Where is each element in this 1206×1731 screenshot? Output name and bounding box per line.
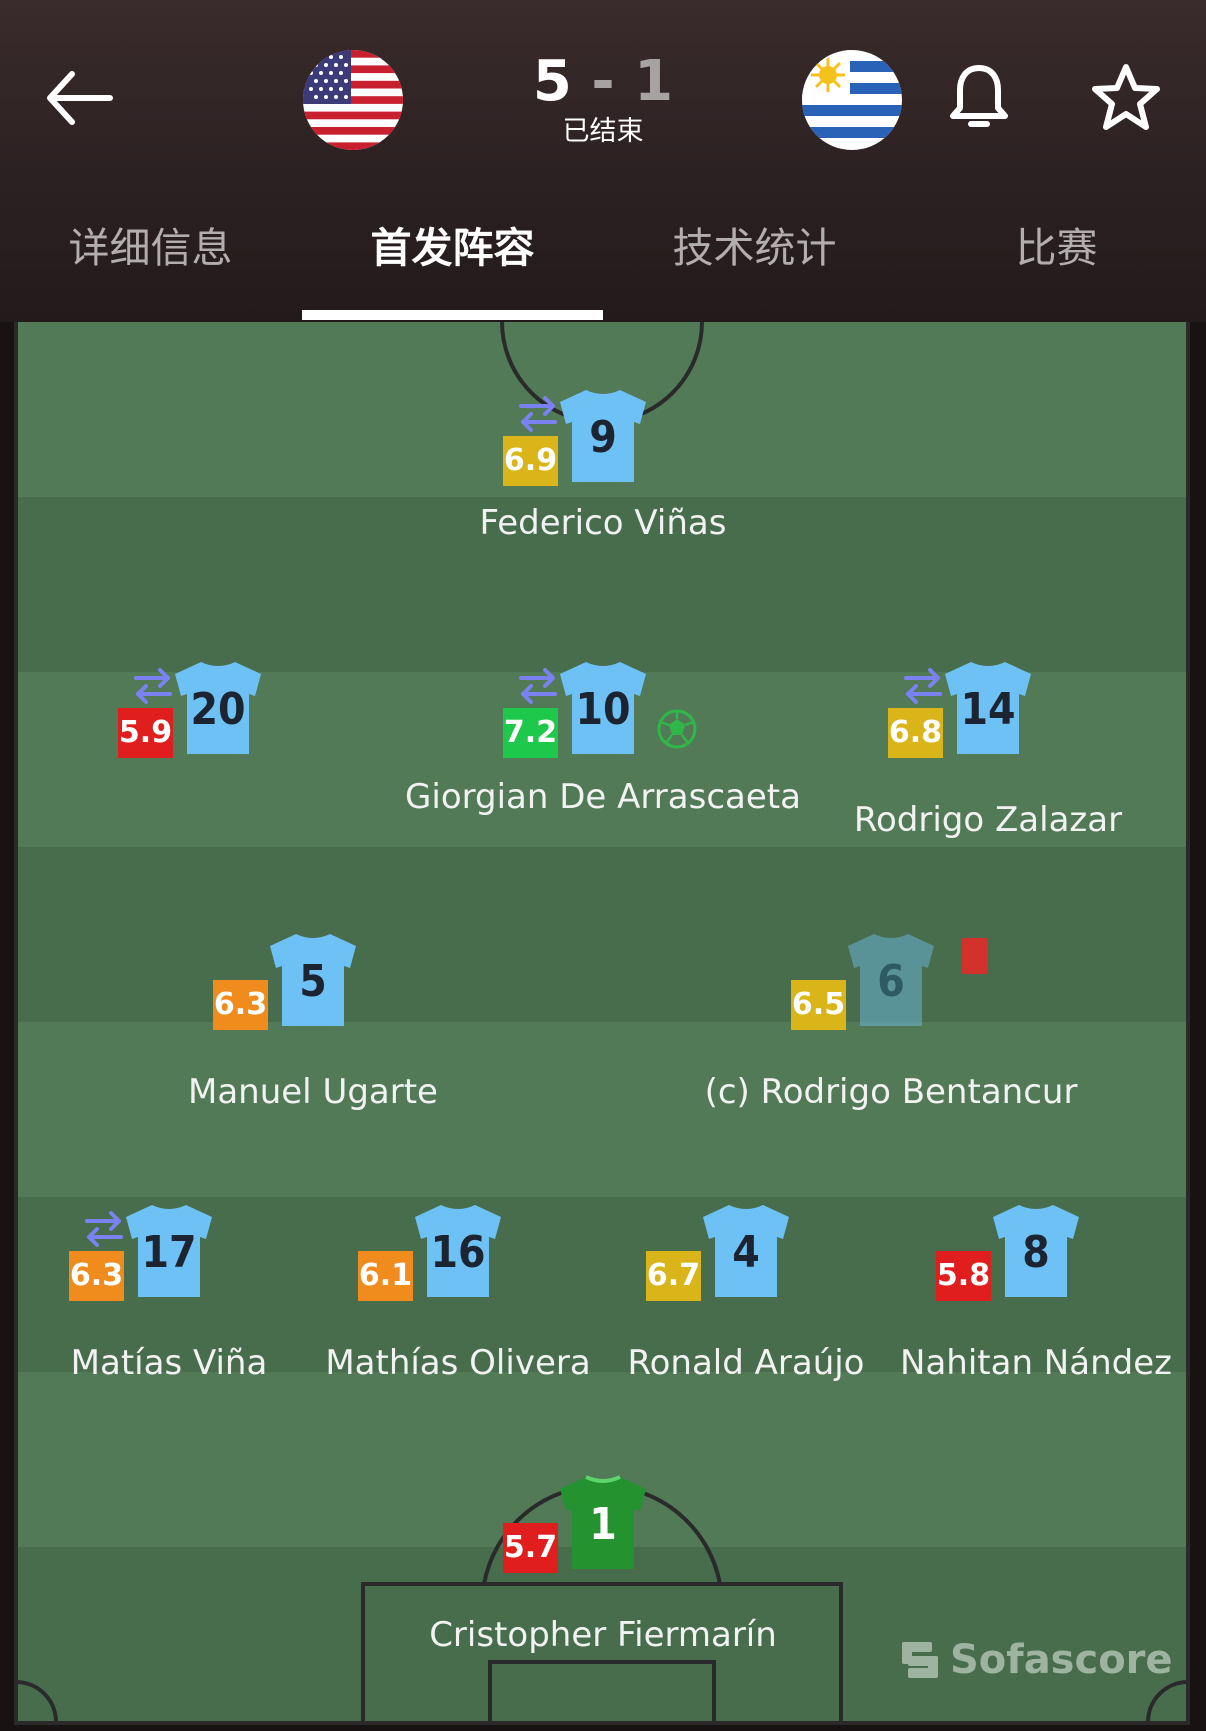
home-team-flag[interactable]	[303, 50, 403, 150]
bell-icon	[950, 65, 1008, 127]
uruguay-flag-icon	[802, 50, 902, 150]
shirt-number: 14	[960, 684, 1016, 735]
player-rating: 7.2	[503, 708, 558, 758]
player-rating: 6.1	[358, 1251, 413, 1301]
active-tab-indicator	[302, 310, 603, 320]
arrow-left-icon	[47, 71, 113, 125]
player-rating: 6.3	[213, 980, 268, 1030]
usa-flag-icon	[303, 50, 403, 150]
shirt-number: 5	[299, 956, 327, 1007]
sofascore-logo-icon	[902, 1642, 938, 1678]
shirt-number: 9	[589, 412, 617, 463]
player-name: Cristopher Fiermarín	[429, 1615, 777, 1655]
brand-name: Sofascore	[950, 1637, 1173, 1683]
player-card[interactable]: 16 6.1 Mathías Olivera	[313, 1203, 603, 1383]
tab-matches[interactable]: 比赛	[906, 220, 1206, 276]
home-score: 5	[532, 49, 572, 114]
back-button[interactable]	[42, 60, 122, 140]
match-status: 已结束	[562, 116, 644, 147]
shirt-number: 4	[732, 1227, 760, 1278]
player-card[interactable]: 8 5.8 Nahitan Nández	[891, 1203, 1181, 1383]
shirt-number: 8	[1022, 1227, 1050, 1278]
shirt-number: 20	[190, 684, 246, 735]
notification-button[interactable]	[948, 62, 1010, 134]
substitution-icon	[519, 396, 557, 432]
player-card[interactable]: 9 6.9 Federico Viñas	[458, 388, 748, 543]
shirt-number: 10	[575, 684, 631, 735]
away-score: 1	[634, 49, 674, 114]
substitution-icon	[85, 1211, 123, 1247]
player-name: Manuel Ugarte	[188, 1072, 438, 1112]
score-separator: -	[591, 49, 615, 114]
player-card[interactable]: 20 5.9	[73, 660, 363, 800]
player-card[interactable]: 6 6.5 (c) Rodrigo Bentancur	[705, 932, 1077, 1112]
player-rating: 6.5	[791, 980, 846, 1030]
player-name: Giorgian De Arrascaeta	[405, 777, 801, 817]
player-card[interactable]: 10 7.2 Giorgian De Arrascaeta	[405, 660, 801, 817]
player-rating: 5.9	[118, 708, 173, 758]
player-name: Nahitan Nández	[900, 1343, 1172, 1383]
player-rating: 5.7	[503, 1523, 558, 1573]
tab-bar: 详细信息 首发阵容 技术统计 比赛	[0, 200, 1206, 320]
player-rating: 6.9	[503, 436, 558, 486]
player-card[interactable]: 17 6.3 Matías Viña	[24, 1203, 314, 1383]
star-icon	[1092, 64, 1160, 130]
sofascore-watermark: Sofascore	[900, 1635, 1173, 1685]
football-goal-icon	[657, 709, 697, 749]
tab-lineups[interactable]: 首发阵容	[302, 220, 603, 276]
shirt-number: 1	[589, 1499, 617, 1550]
player-name: Rodrigo Zalazar	[853, 800, 1123, 840]
tab-details[interactable]: 详细信息	[0, 220, 301, 276]
red-card-icon	[962, 938, 988, 974]
shirt-number: 6	[877, 956, 905, 1007]
match-score: 5 - 1	[503, 50, 703, 114]
player-card[interactable]: 4 6.7 Ronald Araújo	[601, 1203, 891, 1383]
player-card[interactable]: 5 6.3 Manuel Ugarte	[168, 932, 458, 1112]
player-rating: 6.7	[646, 1251, 701, 1301]
shirt-number: 17	[141, 1227, 197, 1278]
substitution-icon	[904, 668, 942, 704]
match-header: 5 - 1 已结束 详细信息 首发阵容 技术统计 比赛	[0, 0, 1206, 322]
player-card[interactable]: 1 5.7 Cristopher Fiermarín	[429, 1475, 777, 1655]
substitution-icon	[519, 668, 557, 704]
shirt-number: 16	[430, 1227, 486, 1278]
player-rating: 5.8	[936, 1251, 991, 1301]
substitution-icon	[134, 668, 172, 704]
away-team-flag[interactable]	[802, 50, 902, 150]
player-name: (c) Rodrigo Bentancur	[704, 1072, 1078, 1112]
player-rating: 6.8	[888, 708, 943, 758]
player-card[interactable]: 14 6.8 Rodrigo Zalazar	[843, 660, 1133, 840]
player-rating: 6.3	[69, 1251, 124, 1301]
tab-statistics[interactable]: 技术统计	[604, 220, 905, 276]
favorite-button[interactable]	[1090, 62, 1162, 134]
player-name: Federico Viñas	[479, 503, 727, 543]
